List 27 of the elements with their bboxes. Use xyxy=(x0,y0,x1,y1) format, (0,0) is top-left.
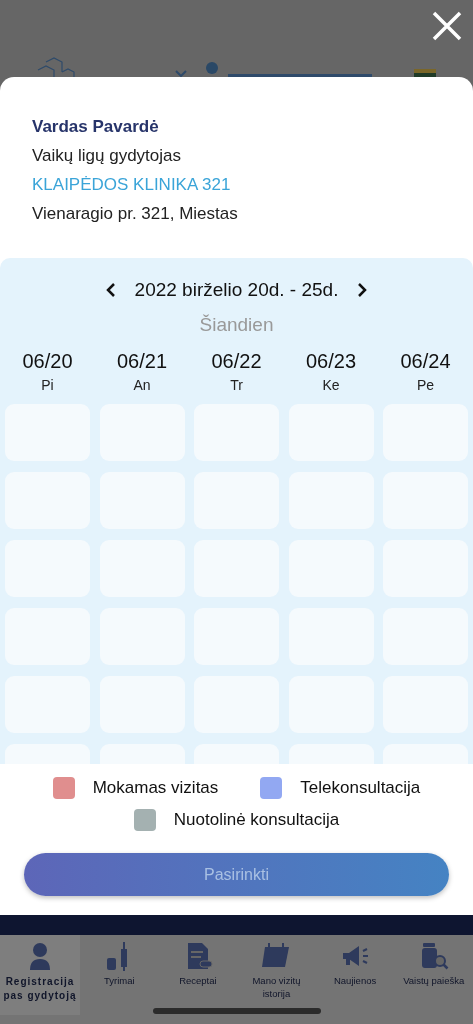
day-weekday: An xyxy=(133,377,151,393)
day-date: 06/20 xyxy=(22,350,73,373)
doctor-name: Vardas Pavardė xyxy=(32,117,160,137)
day-date: 06/22 xyxy=(211,350,262,373)
doctor-specialty: Vaikų ligų gydytojas xyxy=(32,146,182,166)
tab-bar-item[interactable]: Mano vizitų istorija xyxy=(237,935,316,1015)
chevron-right-icon xyxy=(356,282,369,298)
tab-bar-item[interactable]: Tyrimai xyxy=(80,935,159,1015)
clinic-name: KLAIPĖDOS KLINIKA 321 xyxy=(32,175,232,195)
today-link[interactable]: Šiandien xyxy=(199,314,274,336)
day-date: 06/24 xyxy=(400,350,451,373)
day-weekday: Pi xyxy=(41,377,54,393)
legend-label: Nuotolinė konsultacija xyxy=(173,810,340,830)
legend-label: Telekonsultacija xyxy=(300,778,421,798)
day-date: 06/23 xyxy=(305,350,357,373)
chevron-left-icon xyxy=(104,282,117,298)
day-weekday: Tr xyxy=(230,377,243,393)
tab-bar-item[interactable]: Registracija pas gydytoją xyxy=(0,935,80,1015)
day-weekday: Ke xyxy=(322,377,340,393)
day-date: 06/21 xyxy=(116,350,168,373)
clinic-address: Vienaragio pr. 321, Miestas xyxy=(32,204,239,224)
tab-bar-item[interactable]: Vaistų paieška xyxy=(394,935,473,1015)
date-range: 2022 birželio 20d. - 25d. xyxy=(134,279,339,301)
tab-bar-item[interactable]: Naujienos xyxy=(315,935,395,1015)
close-button[interactable] xyxy=(431,10,463,42)
legend-label: Mokamas vizitas xyxy=(92,778,219,798)
day-weekday: Pe xyxy=(416,377,435,393)
